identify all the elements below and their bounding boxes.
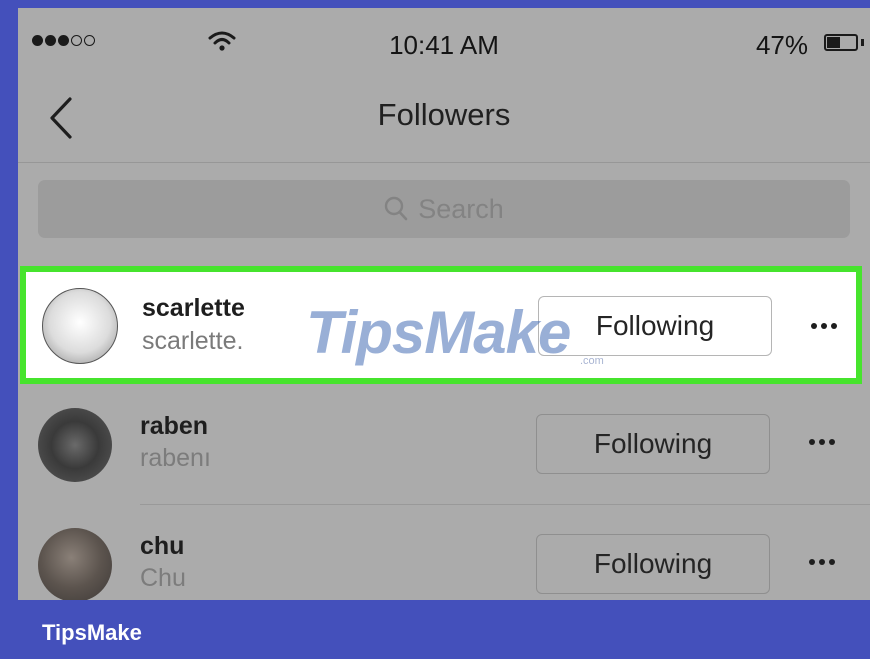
battery-fill — [827, 37, 840, 48]
status-time: 10:41 AM — [389, 30, 499, 60]
watermark-suffix: .com — [580, 355, 604, 367]
footer-brand: TipsMake — [42, 620, 142, 645]
phone-screen: 10:41 AM 47% Followers Search scarlette … — [18, 8, 870, 600]
more-options-icon[interactable] — [804, 424, 840, 460]
battery-icon — [824, 34, 858, 51]
list-item[interactable]: chu Chu Following — [18, 506, 870, 600]
avatar[interactable] — [38, 408, 112, 482]
divider — [140, 504, 870, 505]
following-button[interactable]: Following — [538, 296, 772, 356]
list-item[interactable]: scarlette scarlette. Following — [20, 266, 862, 384]
list-item[interactable]: raben rabenı Following — [18, 386, 870, 504]
follower-handle: Chu — [140, 564, 186, 592]
footer-bar: TipsMake — [0, 600, 870, 659]
more-options-icon[interactable] — [804, 544, 840, 580]
status-bar: 10:41 AM 47% — [18, 8, 870, 74]
avatar[interactable] — [42, 288, 118, 364]
page-title: Followers — [377, 97, 511, 132]
following-button[interactable]: Following — [536, 534, 770, 594]
follower-handle: rabenı — [140, 444, 211, 472]
navigation-bar: Followers — [18, 74, 870, 163]
follower-name[interactable]: raben — [140, 412, 208, 441]
following-button[interactable]: Following — [536, 414, 770, 474]
battery-percent: 47% — [755, 30, 808, 60]
battery-nub — [861, 39, 864, 46]
avatar[interactable] — [38, 528, 112, 600]
search-input[interactable]: Search — [38, 180, 850, 238]
follower-name[interactable]: chu — [140, 532, 184, 561]
more-options-icon[interactable] — [806, 308, 842, 344]
follower-handle: scarlette. — [142, 327, 244, 355]
search-icon — [385, 196, 408, 221]
search-placeholder: Search — [418, 193, 504, 224]
follower-name[interactable]: scarlette — [142, 294, 245, 323]
